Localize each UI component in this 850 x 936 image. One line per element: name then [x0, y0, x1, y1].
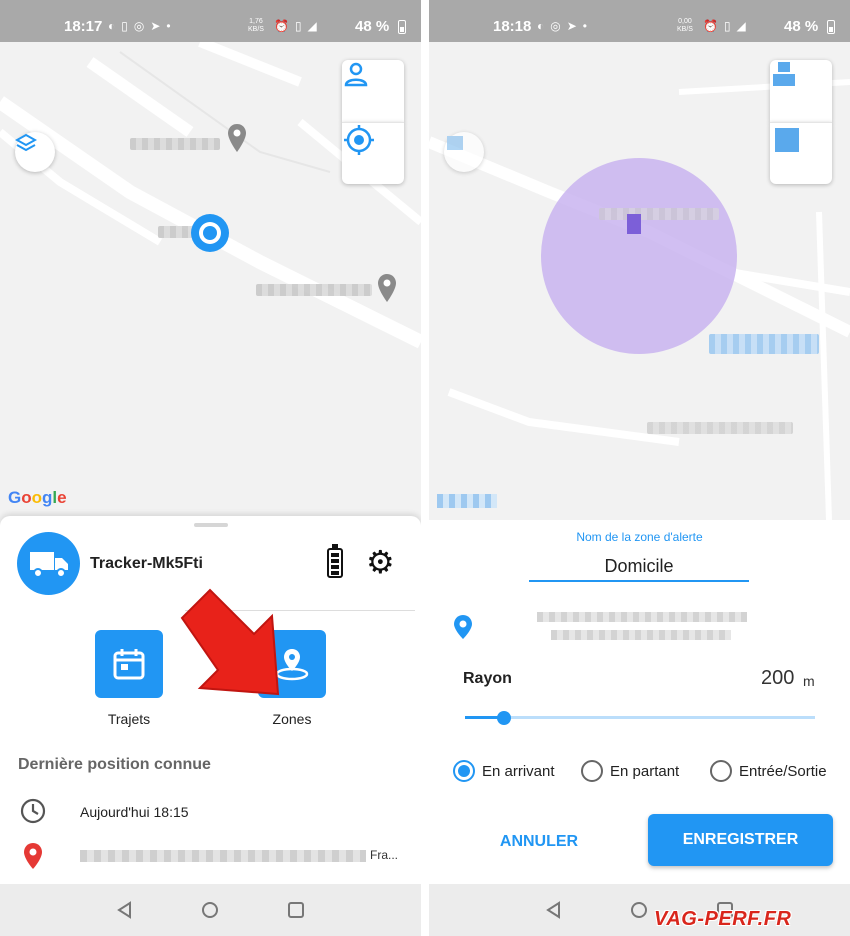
target-icon: [775, 128, 799, 152]
recents-icon[interactable]: [287, 901, 305, 919]
zone-name-label: Nom de la zone d'alerte: [576, 530, 703, 544]
calendar-icon: [113, 649, 145, 680]
map-label-blurred: [256, 284, 372, 296]
locate-device-button[interactable]: [342, 122, 404, 184]
system-icons: ⏰▯◢: [703, 19, 752, 33]
clock-icon: [20, 798, 46, 824]
map-layers-button[interactable]: [15, 132, 55, 172]
map-label-blurred: [709, 334, 819, 354]
device-name: Tracker-Mk5Fti: [90, 555, 203, 572]
slider-thumb[interactable]: [496, 710, 511, 725]
map-poi-icon[interactable]: [376, 272, 398, 306]
device-avatar: [17, 532, 80, 595]
zone-name-input[interactable]: Domicile: [529, 556, 749, 582]
location-pin-icon: [454, 615, 472, 639]
radio-label: Entrée/Sortie: [739, 762, 827, 780]
radio-label: En partant: [610, 762, 680, 780]
sheet-drag-handle[interactable]: [194, 523, 228, 527]
status-bar: 18:17 ◐▯◎➤• 1,76 KB/S ⏰▯◢ 48 %: [0, 0, 421, 42]
map-label-blurred: [647, 422, 793, 434]
user-position-button[interactable]: [342, 60, 404, 122]
radio-on-arrival[interactable]: En arrivant: [453, 760, 555, 782]
person-icon: [344, 62, 368, 87]
last-position-time: Aujourd'hui 18:15: [80, 804, 189, 820]
gear-icon[interactable]: ⚙: [366, 546, 395, 578]
zone-form: Nom de la zone d'alerte Domicile Rayon 2…: [429, 520, 850, 884]
layers-icon: [15, 133, 37, 152]
map-view[interactable]: Google: [0, 42, 421, 520]
layers-icon: [447, 136, 463, 150]
user-position-button[interactable]: [770, 60, 832, 122]
system-icons: ⏰▯◢: [274, 19, 323, 33]
battery-percent: 48 %: [784, 18, 819, 35]
status-bar: 18:18 ◐◎➤• 0,00 KB/S ⏰▯◢ 48 %: [429, 0, 850, 42]
android-nav-bar: [0, 884, 421, 936]
radio-circle[interactable]: [453, 760, 475, 782]
back-icon[interactable]: [545, 901, 563, 919]
back-icon[interactable]: [116, 901, 134, 919]
address-blurred: [551, 630, 731, 640]
status-time: 18:17: [64, 18, 103, 35]
notification-icons: ◐▯◎➤•: [108, 19, 177, 33]
radio-circle[interactable]: [581, 760, 603, 782]
left-screen: 18:17 ◐▯◎➤• 1,76 KB/S ⏰▯◢ 48 % Google Tr…: [0, 0, 421, 936]
status-time: 18:18: [493, 18, 532, 35]
cancel-button[interactable]: ANNULER: [485, 816, 593, 868]
map-layers-button[interactable]: [444, 132, 484, 172]
battery-icon: [398, 20, 406, 34]
address-blurred: [537, 612, 747, 622]
network-speed: 0,00 KB/S: [677, 18, 693, 33]
address-end: Fra...: [370, 848, 399, 862]
radius-unit: m: [803, 673, 815, 689]
radio-entry-exit[interactable]: Entrée/Sortie: [710, 760, 827, 782]
person-icon: [773, 62, 795, 86]
radius-slider[interactable]: [465, 710, 815, 725]
home-icon[interactable]: [201, 901, 219, 919]
trips-label[interactable]: Trajets: [79, 711, 179, 727]
location-pin-icon: [24, 843, 42, 869]
screens-divider: [421, 0, 429, 936]
notification-icons: ◐◎➤•: [537, 19, 593, 33]
watermark: VAG-PERF.FR: [654, 908, 792, 930]
map-label-blurred: [599, 208, 719, 220]
zones-label[interactable]: Zones: [242, 711, 342, 727]
google-logo: Google: [8, 488, 67, 507]
map-view[interactable]: [429, 42, 850, 520]
target-icon: [344, 125, 374, 155]
right-screen: 18:18 ◐◎➤• 0,00 KB/S ⏰▯◢ 48 % Nom de la …: [429, 0, 850, 936]
radio-label: En arrivant: [482, 762, 555, 780]
red-arrow-annotation: [180, 588, 280, 696]
zone-center-marker[interactable]: [627, 214, 641, 234]
radius-value: 200: [761, 667, 795, 689]
map-poi-icon[interactable]: [226, 122, 248, 156]
battery-icon: [827, 20, 835, 34]
radio-circle[interactable]: [710, 760, 732, 782]
locate-device-button[interactable]: [770, 122, 832, 184]
last-position-title: Dernière position connue: [18, 756, 211, 773]
device-location-marker[interactable]: [189, 212, 231, 254]
map-label-blurred: [130, 138, 220, 150]
trips-button[interactable]: [95, 630, 163, 698]
device-battery-icon: [327, 544, 343, 578]
address-blurred: [80, 850, 366, 862]
radio-on-departure[interactable]: En partant: [581, 760, 679, 782]
save-button[interactable]: ENREGISTRER: [648, 814, 833, 866]
truck-icon: [29, 551, 68, 578]
battery-percent: 48 %: [355, 18, 390, 35]
google-logo-blurred: [437, 494, 497, 508]
network-speed: 1,76 KB/S: [248, 18, 264, 33]
home-icon[interactable]: [630, 901, 648, 919]
radius-label: Rayon: [463, 670, 512, 687]
